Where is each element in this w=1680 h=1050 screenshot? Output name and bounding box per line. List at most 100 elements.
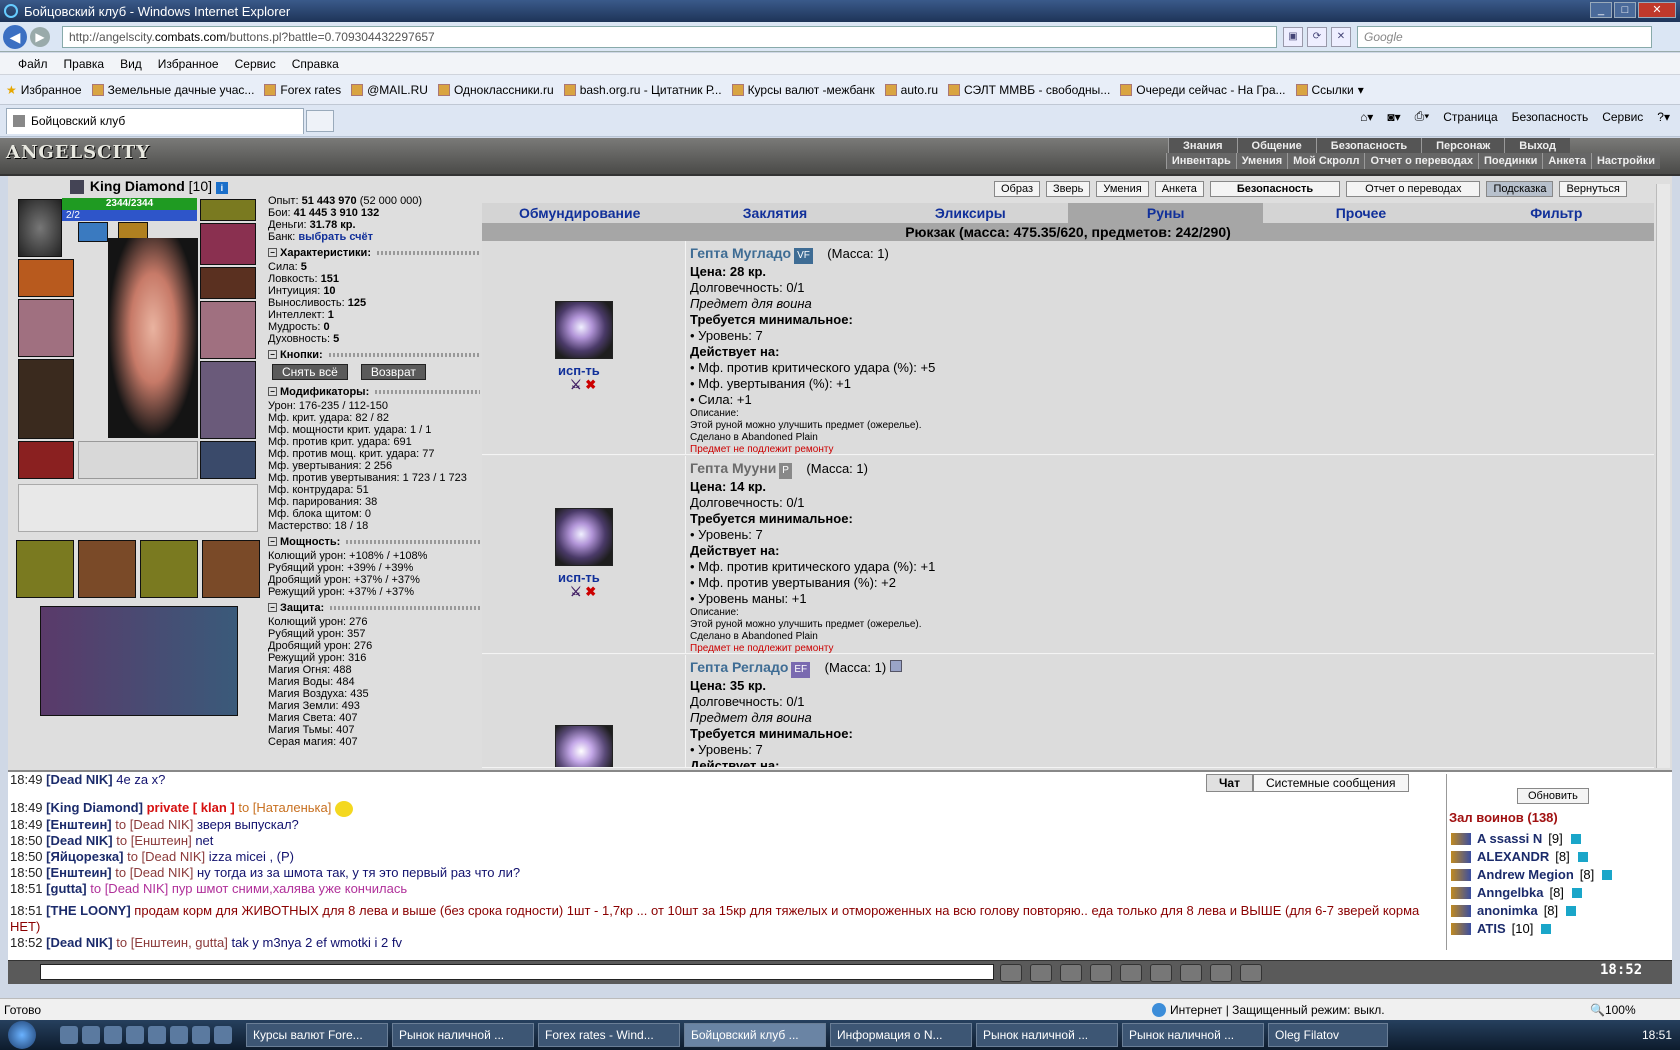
send-icon[interactable] [1000,964,1022,982]
taskbar-item[interactable]: Курсы валют Fore... [246,1023,388,1047]
taskbar-item[interactable]: Информация о N... [830,1023,972,1047]
tab-elixirs[interactable]: Эликсиры [873,203,1068,223]
section-characteristics[interactable]: − Характеристики: [268,246,480,259]
taskbar-item[interactable]: Рынок наличной ... [976,1023,1118,1047]
ring-slots[interactable] [200,223,256,265]
menu-fights[interactable]: Поединки [1477,153,1543,169]
action-icon[interactable] [1120,964,1142,982]
skills-button[interactable]: Умения [1096,181,1149,197]
menu-favorites[interactable]: Избранное [158,57,219,71]
quicklaunch-icon[interactable] [104,1026,122,1044]
chat-nick[interactable]: [gutta] [46,881,86,896]
favorite-link[interactable]: Forex rates [264,83,341,97]
tab-filter[interactable]: Фильтр [1459,203,1654,223]
amulet-slot[interactable] [200,199,256,221]
favorites-button[interactable]: ★ Избранное [6,83,82,97]
player-item[interactable]: A ssassi N [9] [1451,830,1612,848]
dress-icon[interactable]: ⚔ [570,584,582,599]
item-name[interactable]: Гепта Мууни [690,460,776,476]
sound-icon[interactable] [1180,964,1202,982]
delete-icon[interactable]: ✖ [585,584,596,599]
menu-character[interactable]: Персонаж [1421,138,1505,154]
info-icon[interactable] [1602,870,1613,880]
favorite-link[interactable]: Земельные дачные учас... [91,83,254,97]
chat-nick[interactable]: [THE LOONY] [46,903,131,918]
quicklaunch-icon[interactable] [148,1026,166,1044]
profile-button[interactable]: Анкета [1154,181,1204,197]
bag-slot[interactable] [16,540,74,598]
cmd-security[interactable]: Безопасность [1512,110,1589,124]
player-item[interactable]: Andrew Megion [8] [1451,866,1613,884]
filter-icon[interactable] [1060,964,1082,982]
rss-icon[interactable]: ◙▾ [1387,110,1400,124]
security-zone[interactable]: Интернет | Защищенный режим: выкл. [1152,1003,1385,1017]
quicklaunch-icon[interactable] [126,1026,144,1044]
section-buttons[interactable]: − Кнопки: [268,348,480,361]
settings-icon[interactable] [1240,964,1262,982]
compat-view-icon[interactable]: ▣ [1283,26,1303,47]
belt-slot[interactable] [18,441,74,479]
menu-profile[interactable]: Анкета [1542,153,1591,169]
pants-slot[interactable] [200,361,256,439]
empty-slots[interactable] [78,441,198,479]
minimize-button[interactable]: _ [1590,2,1612,18]
tab-equipment[interactable]: Обмундирование [482,203,677,223]
translit-icon[interactable] [1150,964,1172,982]
refresh-icon[interactable]: ⟳ [1307,26,1327,47]
taskbar-item[interactable]: Рынок наличной ... [392,1023,534,1047]
cmd-tools[interactable]: Сервис [1602,110,1643,124]
favorite-link[interactable]: Курсы валют -межбанк [731,83,875,97]
tab-system-messages[interactable]: Системные сообщения [1252,774,1409,792]
new-tab-button[interactable] [306,109,334,132]
tab-chat[interactable]: Чат [1206,774,1253,792]
bank-link[interactable]: выбрать счёт [298,231,373,243]
section-modifiers[interactable]: − Модификаторы: [268,385,480,398]
zoom-level[interactable]: 🔍100% [1590,1003,1636,1017]
quicklaunch-icon[interactable] [82,1026,100,1044]
bag-slot[interactable] [78,540,136,598]
menu-help[interactable]: Справка [292,57,339,71]
tab-other[interactable]: Прочее [1263,203,1458,223]
rune-slot[interactable] [78,222,108,242]
section-defense[interactable]: − Защита: [268,601,480,614]
info-icon[interactable] [1571,888,1582,898]
helmet-slot[interactable] [18,199,62,257]
bag-slot[interactable] [202,540,260,598]
chat-nick[interactable]: [King Diamond] [46,800,143,815]
security-button[interactable]: Безопасность [1209,181,1341,197]
print-icon[interactable]: ⎙▾ [1415,109,1430,124]
favorite-link[interactable]: Одноклассники.ru [437,83,554,97]
forward-button[interactable]: ▶ [30,26,50,47]
taskbar-item[interactable]: Бойцовский клуб ... [684,1023,826,1047]
menu-settings[interactable]: Настройки [1590,153,1660,169]
back-game-button[interactable]: Вернуться [1559,181,1627,197]
menu-tools[interactable]: Сервис [235,57,276,71]
clear-icon[interactable] [1030,964,1052,982]
menu-inventory[interactable]: Инвентарь [1165,153,1236,169]
transfers-button[interactable]: Отчет о переводах [1346,181,1481,197]
use-link[interactable]: исп-ть [558,363,600,378]
menu-communication[interactable]: Общение [1236,138,1316,154]
menu-scroll[interactable]: Мой Скролл [1287,153,1365,169]
pet-button[interactable]: Зверь [1046,181,1091,197]
hint-button[interactable]: Подсказка [1486,181,1554,197]
search-input[interactable]: Google [1357,25,1652,48]
bag-slot[interactable] [140,540,198,598]
maximize-button[interactable]: □ [1614,2,1636,18]
menu-exit[interactable]: Выход [1504,138,1570,154]
home-icon[interactable]: ⌂▾ [1360,110,1373,124]
info-icon[interactable] [1570,834,1581,844]
inventory-scrollbar[interactable] [1656,184,1670,768]
player-item[interactable]: ATIS [10] [1451,920,1612,938]
chat-nick[interactable]: [Dead NIK] [46,833,112,848]
menu-skills[interactable]: Умения [1235,153,1288,169]
favorite-link[interactable]: @MAIL.RU [351,83,428,97]
dress-icon[interactable]: ⚔ [570,377,582,392]
favorite-link[interactable]: СЭЛТ ММВБ - свободны... [948,83,1110,97]
menu-security[interactable]: Безопасность [1315,138,1422,154]
scroll-slots[interactable] [18,484,258,532]
help-icon[interactable]: ?▾ [1657,110,1670,124]
taskbar-item[interactable]: Oleg Filatov [1268,1023,1388,1047]
image-button[interactable]: Образ [994,181,1041,197]
back-button[interactable]: ◀ [3,24,27,49]
